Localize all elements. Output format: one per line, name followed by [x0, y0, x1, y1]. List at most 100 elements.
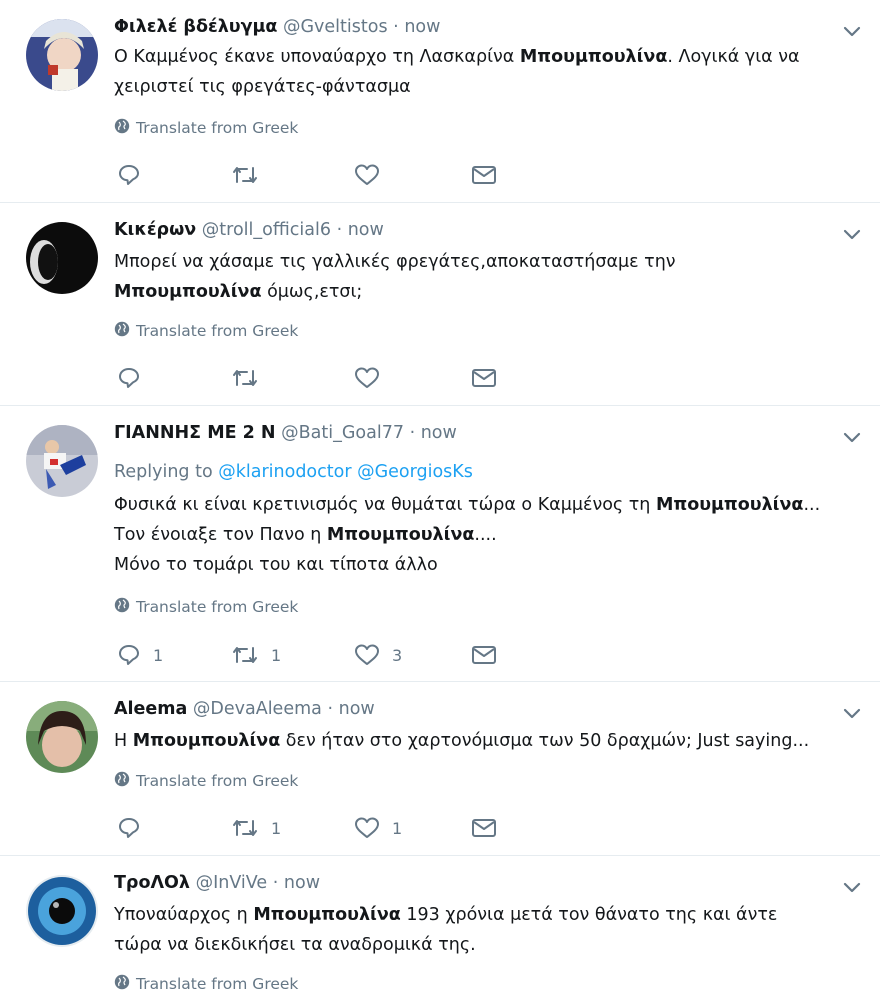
- retweet-button[interactable]: [231, 366, 271, 390]
- retweet-button[interactable]: 1: [231, 816, 281, 840]
- tweet-text: Υποναύαρχος η Μπουμπουλίνα 193 χρόνια με…: [114, 900, 777, 960]
- text-segment: 193 χρόνια μετά τον θάνατο της και άντε: [400, 905, 778, 925]
- retweet-button[interactable]: 1: [231, 643, 281, 667]
- text-segment: . Λογικά για να: [667, 47, 800, 67]
- display-name[interactable]: Κικέρων: [114, 220, 196, 240]
- tweet[interactable]: Κικέρων @troll_official6 · now Μπορεί να…: [0, 203, 880, 406]
- tweet[interactable]: Φιλελέ βδέλυγμα @Gveltistos · now Ο Καμμ…: [0, 0, 880, 203]
- reply-button[interactable]: [117, 366, 153, 390]
- tweet-text: Μπορεί να χάσαμε τις γαλλικές φρεγάτες,α…: [114, 247, 676, 307]
- like-count: 1: [392, 818, 403, 838]
- text-highlight: Μπουμπουλίνα: [655, 495, 804, 515]
- translate-link[interactable]: Translate from Greek: [114, 974, 298, 994]
- message-icon: [471, 163, 497, 187]
- retweet-icon: [231, 816, 259, 840]
- reply-icon: [117, 163, 141, 187]
- tweet-actions: [114, 163, 534, 189]
- handle[interactable]: @DevaAleema: [193, 699, 322, 719]
- translate-link[interactable]: Translate from Greek: [114, 118, 298, 138]
- avatar[interactable]: [26, 222, 98, 294]
- translate-link[interactable]: Translate from Greek: [114, 771, 298, 791]
- avatar[interactable]: [26, 425, 98, 497]
- tweet-text-line: τώρα να διεκδικήσει τα αναδρομικά της.: [114, 930, 777, 960]
- tweet-text-line: Μπουμπουλίνα όμως,ετσι;: [114, 277, 676, 307]
- text-highlight: Μπουμπουλίνα: [114, 282, 262, 302]
- avatar[interactable]: [26, 19, 98, 91]
- text-segment: Η: [114, 731, 133, 751]
- message-button[interactable]: [471, 366, 497, 390]
- like-icon: [354, 366, 380, 390]
- chevron-down-icon[interactable]: [841, 223, 863, 245]
- tweet-text: Η Μπουμπουλίνα δεν ήταν στο χαρτονόμισμα…: [114, 726, 809, 756]
- message-icon: [471, 816, 497, 840]
- message-button[interactable]: [471, 163, 497, 187]
- separator: ·: [327, 699, 334, 719]
- retweet-count: 1: [271, 818, 282, 838]
- tweet-header: Κικέρων @troll_official6 · now: [114, 219, 384, 241]
- like-button[interactable]: 3: [354, 643, 402, 667]
- chevron-down-icon[interactable]: [841, 20, 863, 42]
- tweet-text-line: Τον ένοιαξε τον Πανο η Μπουμπουλίνα....: [114, 520, 820, 550]
- timestamp[interactable]: now: [284, 873, 320, 893]
- display-name[interactable]: ΤροΛΟλ: [114, 873, 190, 893]
- like-count: 3: [392, 645, 403, 665]
- tweet-actions: [114, 366, 534, 392]
- timestamp[interactable]: now: [404, 17, 440, 37]
- translate-label: Translate from Greek: [136, 598, 299, 616]
- replying-to: Replying to @klarinodoctor @GeorgiosKs: [114, 461, 473, 483]
- reply-button[interactable]: 1: [117, 643, 163, 667]
- like-button[interactable]: [354, 366, 392, 390]
- text-segment: Μπορεί να χάσαμε τις γαλλικές φρεγάτες,α…: [114, 252, 676, 272]
- like-button[interactable]: 1: [354, 816, 402, 840]
- globe-icon: [114, 771, 130, 791]
- display-name[interactable]: ΓΙΑΝΝΗΣ ΜΕ 2 Ν: [114, 423, 276, 443]
- chevron-down-icon[interactable]: [841, 876, 863, 898]
- timestamp[interactable]: now: [421, 423, 457, 443]
- handle[interactable]: @InViVe: [196, 873, 268, 893]
- handle[interactable]: @troll_official6: [202, 220, 331, 240]
- tweet-text-line: Μπορεί να χάσαμε τις γαλλικές φρεγάτες,α…: [114, 247, 676, 277]
- tweet-text: Ο Καμμένος έκανε υποναύαρχο τη Λασκαρίνα…: [114, 42, 800, 102]
- timestamp[interactable]: now: [339, 699, 375, 719]
- reply-icon: [117, 366, 141, 390]
- tweet-text: Φυσικά κι είναι κρετινισμός να θυμάται τ…: [114, 490, 820, 580]
- like-button[interactable]: [354, 163, 392, 187]
- message-button[interactable]: [471, 816, 497, 840]
- message-button[interactable]: [471, 643, 497, 667]
- tweet-header: Aleema @DevaAleema · now: [114, 698, 375, 720]
- chevron-down-icon[interactable]: [841, 702, 863, 724]
- translate-link[interactable]: Translate from Greek: [114, 321, 298, 341]
- tweet-header: Φιλελέ βδέλυγμα @Gveltistos · now: [114, 16, 440, 38]
- separator: ·: [272, 873, 279, 893]
- reply-count: 1: [153, 645, 164, 665]
- handle[interactable]: @Gveltistos: [283, 17, 388, 37]
- tweet-actions: 1 1: [114, 816, 534, 842]
- replying-to-link[interactable]: @klarinodoctor @GeorgiosKs: [218, 462, 473, 482]
- handle[interactable]: @Bati_Goal77: [281, 423, 404, 443]
- retweet-button[interactable]: [231, 163, 271, 187]
- separator: ·: [393, 17, 399, 37]
- tweet-text-line: χειριστεί τις φρεγάτες-φάντασμα: [114, 72, 800, 102]
- text-segment: Τον ένοιαξε τον Πανο η: [114, 525, 327, 545]
- retweet-icon: [231, 163, 259, 187]
- reply-button[interactable]: [117, 816, 153, 840]
- chevron-down-icon[interactable]: [841, 426, 863, 448]
- tweet[interactable]: ΓΙΑΝΝΗΣ ΜΕ 2 Ν @Bati_Goal77 · now Replyi…: [0, 406, 880, 682]
- text-segment: χειριστεί τις φρεγάτες-φάντασμα: [114, 77, 411, 97]
- translate-link[interactable]: Translate from Greek: [114, 597, 298, 617]
- tweet[interactable]: ΤροΛΟλ @InViVe · now Υποναύαρχος η Μπουμ…: [0, 856, 880, 1006]
- display-name[interactable]: Φιλελέ βδέλυγμα: [114, 17, 277, 37]
- avatar[interactable]: [26, 701, 98, 773]
- tweet[interactable]: Aleema @DevaAleema · now Η Μπουμπουλίνα …: [0, 682, 880, 856]
- timestamp[interactable]: now: [348, 220, 384, 240]
- message-icon: [471, 643, 497, 667]
- reply-icon: [117, 643, 141, 667]
- avatar[interactable]: [26, 875, 98, 947]
- globe-icon: [114, 321, 130, 341]
- reply-button[interactable]: [117, 163, 153, 187]
- tweet-header: ΤροΛΟλ @InViVe · now: [114, 872, 320, 894]
- display-name[interactable]: Aleema: [114, 699, 187, 719]
- text-segment: δεν ήταν στο χαρτονόμισμα των 50 δραχμών…: [280, 731, 810, 751]
- text-segment: ...: [803, 495, 821, 515]
- retweet-icon: [231, 366, 259, 390]
